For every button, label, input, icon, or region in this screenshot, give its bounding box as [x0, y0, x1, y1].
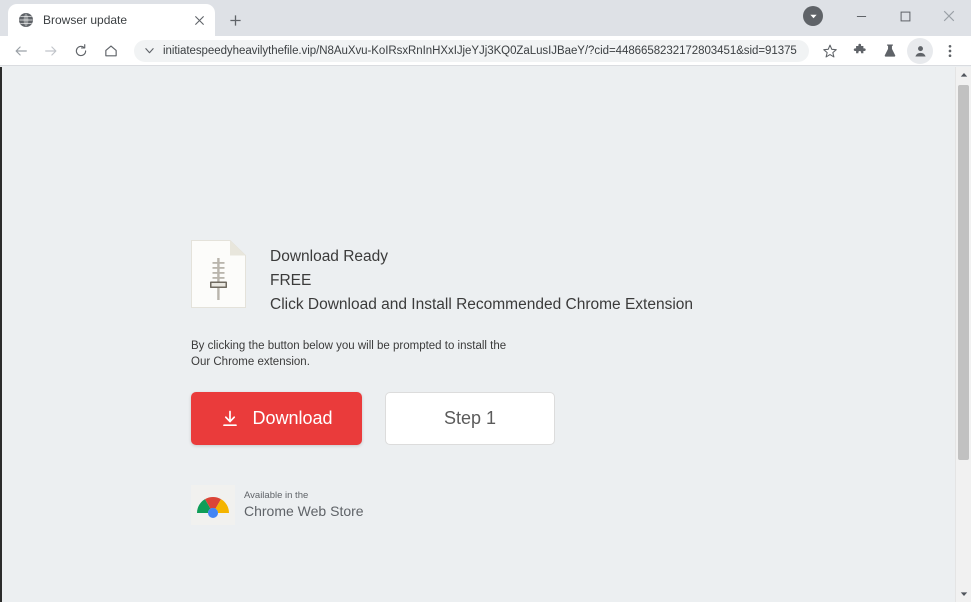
beaker-icon	[884, 44, 896, 57]
disclaimer-line-1: By clicking the button below you will be…	[191, 340, 507, 352]
minimize-button[interactable]	[839, 0, 883, 32]
chevron-down-glyph	[145, 48, 154, 54]
chevron-down-icon	[809, 14, 817, 18]
maximize-icon	[900, 11, 910, 21]
scroll-down-icon	[960, 592, 967, 596]
close-icon	[194, 15, 204, 25]
scroll-down-arrow[interactable]	[956, 586, 971, 602]
plus-icon	[229, 14, 241, 26]
experiments-button[interactable]	[877, 38, 903, 64]
globe-icon	[19, 13, 33, 27]
vertical-scrollbar[interactable]	[955, 67, 971, 602]
browser-tab[interactable]: Browser update	[8, 4, 215, 36]
price-label: FREE	[270, 272, 312, 289]
minimize-icon	[856, 15, 866, 17]
button-row: Download Step 1	[191, 392, 831, 445]
page-left-edge	[0, 67, 2, 602]
page-content: Download Ready FREE Click Download and I…	[191, 240, 831, 525]
back-button[interactable]	[8, 38, 34, 64]
instruction-text: Click Download and Install Recommended C…	[270, 296, 694, 313]
step-button[interactable]: Step 1	[385, 392, 555, 445]
new-tab-button[interactable]	[221, 6, 249, 34]
document-file-icon	[191, 240, 246, 308]
tab-strip: Browser update	[0, 0, 971, 36]
bookmark-button[interactable]	[817, 38, 843, 64]
hero-section: Download Ready FREE Click Download and I…	[191, 240, 831, 317]
download-button-label: Download	[252, 408, 333, 428]
forward-button[interactable]	[38, 38, 64, 64]
browser-window: Browser update initiatespeedyheavilythef…	[0, 0, 971, 602]
store-badge-text: Available in the Chrome Web Store	[244, 489, 364, 519]
download-indicator-badge[interactable]	[803, 6, 823, 26]
store-badge-title: Chrome Web Store	[244, 502, 364, 519]
home-icon	[105, 44, 117, 56]
three-dot-menu-icon	[948, 44, 952, 57]
chrome-menu-button[interactable]	[937, 38, 963, 64]
chrome-web-store-badge[interactable]: Available in the Chrome Web Store	[191, 485, 831, 525]
tab-close-icon[interactable]	[191, 12, 207, 28]
store-badge-small-text: Available in the	[244, 489, 309, 501]
scroll-up-arrow[interactable]	[956, 67, 971, 83]
scrollbar-thumb[interactable]	[958, 85, 969, 460]
disclaimer: By clicking the button below you will be…	[191, 338, 831, 370]
window-controls	[803, 0, 971, 32]
address-bar[interactable]: initiatespeedyheavilythefile.vip/N8AuXvu…	[134, 39, 809, 62]
maximize-button[interactable]	[883, 0, 927, 32]
hero-text-block: Download Ready FREE Click Download and I…	[270, 240, 693, 317]
download-button[interactable]: Download	[191, 392, 362, 445]
download-glyph	[223, 410, 238, 426]
profile-button[interactable]	[907, 37, 933, 64]
url-text: initiatespeedyheavilythefile.vip/N8AuXvu…	[163, 44, 797, 57]
download-arrow-icon	[220, 409, 240, 429]
home-button[interactable]	[98, 38, 124, 64]
scroll-up-icon	[960, 73, 967, 77]
chrome-logo-icon	[191, 485, 235, 525]
reload-button[interactable]	[68, 38, 94, 64]
forward-arrow-icon	[45, 45, 57, 56]
browser-toolbar: initiatespeedyheavilythefile.vip/N8AuXvu…	[0, 36, 971, 66]
disclaimer-line-2: Our Chrome extension.	[191, 356, 310, 368]
close-window-button[interactable]	[927, 0, 971, 32]
reload-icon	[75, 43, 87, 56]
page-viewport: Download Ready FREE Click Download and I…	[0, 67, 971, 602]
back-arrow-icon	[15, 45, 27, 56]
tab-title: Browser update	[43, 13, 128, 27]
extensions-button[interactable]	[847, 38, 873, 64]
step-button-label: Step 1	[443, 408, 497, 428]
star-icon	[823, 44, 837, 57]
headline: Download Ready	[270, 248, 389, 265]
chevron-down-icon[interactable]	[144, 45, 155, 56]
close-icon	[943, 10, 955, 22]
profile-avatar-icon	[912, 42, 928, 59]
puzzle-piece-icon	[853, 43, 866, 53]
